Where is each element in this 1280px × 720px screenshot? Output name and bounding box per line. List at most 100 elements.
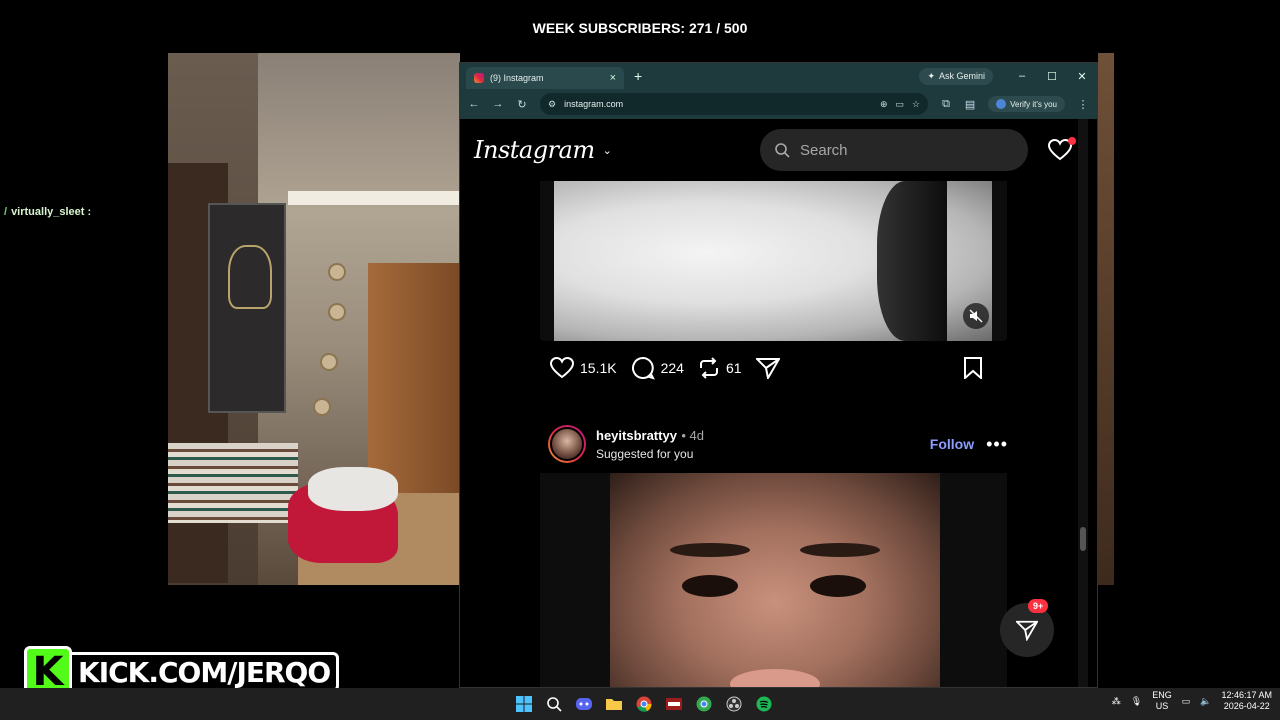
system-tray: ⁂ 🎙 ENG US ▭ 🔈 12:46:17 AM 2026-04-22 [1112, 690, 1272, 712]
messages-badge: 9+ [1028, 599, 1049, 613]
search-icon [775, 143, 790, 158]
stream-canvas: WEEK SUBSCRIBERS: 271 / 500 /virtually_s… [0, 0, 1280, 720]
photo-detail [670, 543, 750, 557]
microphone-icon[interactable]: 🎙 [1131, 696, 1142, 707]
post-photo [610, 473, 940, 687]
tab-title: (9) Instagram [490, 73, 544, 83]
hamsa-tapestry [208, 203, 286, 413]
side-panel-icon[interactable]: ▤ [964, 98, 976, 111]
more-options-icon[interactable]: ••• [986, 434, 1008, 455]
instagram-page: Instagram ⌄ Search 15.1K 224 61 heyitsbr… [460, 119, 1088, 687]
url-text[interactable]: instagram.com [564, 99, 872, 109]
photo-detail [800, 543, 880, 557]
maximize-button[interactable]: ☐ [1037, 70, 1067, 83]
like-button[interactable]: 15.1K [550, 357, 617, 379]
clock-date: 2026-04-22 [1223, 701, 1270, 711]
window-controls: – ☐ ✕ [1007, 70, 1097, 83]
suggested-label: Suggested for you [596, 447, 694, 461]
address-bar-row: ← → ↻ ⚙ instagram.com ⊕ ▭ ☆ ⧉ ▤ Verify i… [460, 89, 1097, 119]
post-age: • 4d [681, 428, 704, 443]
search-input[interactable]: Search [760, 129, 1028, 171]
heart-icon [550, 357, 574, 379]
menu-kebab-icon[interactable]: ⋮ [1077, 98, 1089, 111]
volume-icon[interactable]: 🔈 [1200, 696, 1211, 707]
lang-code: ENG [1152, 690, 1172, 700]
send-icon [755, 358, 780, 379]
tray-overflow-icon[interactable]: ⁂ [1112, 696, 1121, 707]
background-strip [1098, 53, 1114, 585]
clock[interactable]: 12:46:17 AM 2026-04-22 [1221, 690, 1272, 712]
scroll-thumb[interactable] [1080, 527, 1086, 551]
file-explorer-icon[interactable] [602, 692, 626, 716]
input-language[interactable]: ENG US [1152, 690, 1172, 712]
photo-detail [810, 575, 866, 597]
ask-gemini-button[interactable]: ✦ Ask Gemini [919, 67, 993, 85]
windows-taskbar: ⁂ 🎙 ENG US ▭ 🔈 12:46:17 AM 2026-04-22 [0, 688, 1280, 720]
repost-count: 61 [725, 360, 742, 376]
comment-icon [631, 356, 655, 380]
chat-message: / virtually_sleet : [4, 206, 91, 218]
notification-dot [1068, 137, 1076, 145]
forward-button[interactable]: → [492, 98, 504, 110]
stream-app-icon[interactable] [662, 692, 686, 716]
book-stack [168, 443, 298, 523]
zoom-icon[interactable]: ⊕ [880, 99, 888, 110]
tab-instagram[interactable]: (9) Instagram × [466, 67, 624, 89]
instagram-logo[interactable]: Instagram [474, 136, 595, 164]
page-scrollbar[interactable] [1078, 119, 1088, 687]
follow-button[interactable]: Follow [930, 436, 974, 452]
region-code: US [1155, 701, 1169, 711]
chat-username: virtually_sleet : [11, 206, 92, 218]
spotify-icon[interactable] [752, 692, 776, 716]
speaker-muted-icon [969, 309, 983, 323]
comment-count: 224 [660, 360, 684, 376]
post-username[interactable]: heyitsbrattyy [596, 428, 677, 443]
reload-button[interactable]: ↻ [516, 98, 528, 111]
taskbar-apps [512, 692, 776, 716]
ask-gemini-label: Ask Gemini [938, 71, 985, 81]
profile-avatar-icon [996, 99, 1007, 109]
bookmark-star-icon[interactable]: ☆ [912, 99, 920, 110]
obs-icon[interactable] [722, 692, 746, 716]
post-video[interactable] [540, 181, 1007, 341]
wall-plaque [320, 353, 338, 371]
tab-bar: (9) Instagram × + ✦ Ask Gemini – ☐ ✕ [460, 63, 1097, 89]
photo-detail [682, 575, 738, 597]
post-meta: heyitsbrattyy • 4d Suggested for you [596, 427, 704, 461]
network-icon[interactable]: ▭ [1182, 696, 1191, 707]
chrome-icon[interactable] [632, 692, 656, 716]
instagram-favicon-icon [474, 73, 484, 83]
browser-window: (9) Instagram × + ✦ Ask Gemini – ☐ ✕ ← →… [459, 62, 1098, 688]
search-placeholder: Search [800, 141, 848, 159]
clothes-pile [308, 467, 398, 511]
minimize-button[interactable]: – [1007, 70, 1037, 83]
verify-button[interactable]: Verify it's you [988, 96, 1065, 112]
search-icon[interactable] [542, 692, 566, 716]
clock-time: 12:46:17 AM [1221, 690, 1272, 700]
wall-plaque [328, 303, 346, 321]
save-button[interactable] [963, 357, 983, 379]
mute-button[interactable] [963, 303, 989, 329]
wall-plaque [313, 398, 331, 416]
extensions-icon[interactable]: ⧉ [940, 98, 952, 111]
cast-icon[interactable]: ▭ [896, 99, 905, 110]
repost-button[interactable]: 61 [698, 357, 742, 379]
close-tab-button[interactable]: × [610, 72, 616, 84]
post-header: heyitsbrattyy • 4d Suggested for you Fol… [548, 419, 1008, 469]
discord-icon[interactable] [572, 692, 596, 716]
site-info-icon[interactable]: ⚙ [548, 99, 556, 110]
chrome-profile-icon[interactable] [692, 692, 716, 716]
comment-button[interactable]: 224 [631, 356, 684, 380]
new-tab-button[interactable]: + [634, 68, 642, 84]
omnibox[interactable]: ⚙ instagram.com ⊕ ▭ ☆ [540, 93, 929, 115]
post-image[interactable] [540, 473, 1007, 687]
back-button[interactable]: ← [468, 98, 480, 110]
kick-url: KICK.COM/JERQO [72, 652, 340, 692]
messages-button[interactable] [1000, 603, 1054, 657]
share-button[interactable] [755, 357, 780, 379]
start-windows-icon[interactable] [512, 692, 536, 716]
avatar[interactable] [548, 425, 586, 463]
verify-label: Verify it's you [1010, 99, 1057, 109]
chevron-down-icon[interactable]: ⌄ [603, 144, 612, 157]
close-window-button[interactable]: ✕ [1067, 70, 1097, 83]
